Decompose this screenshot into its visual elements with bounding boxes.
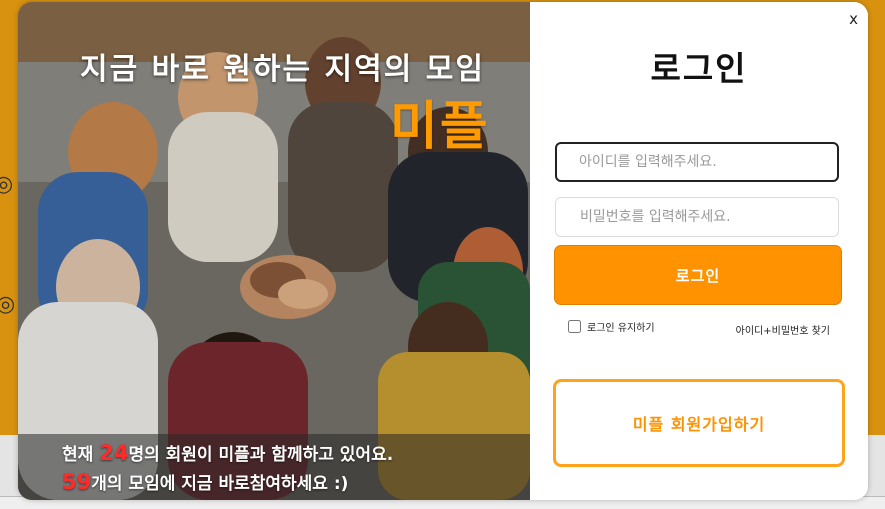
meeting-count: 59 [62,470,92,494]
find-account-link[interactable]: 아이디+비밀번호 찾기 [736,322,830,337]
login-title: 로그인 [650,49,748,88]
stats-prefix: 현재 [62,445,100,465]
remember-checkbox[interactable] [568,320,581,333]
login-button[interactable]: 로그인 [554,245,842,305]
stats-meeting-suffix: 개의 모임에 지금 바로참여하세요 :) [91,474,349,494]
login-panel: x 로그인 로그인 로그인 유지하기 아이디+비밀번호 찾기 미플 회원가입하기 [530,2,868,500]
background-decoration-icon: ◎ [0,292,16,317]
brand-name: 미플 [390,97,490,157]
login-modal: 지금 바로 원하는 지역의 모임 미플 현재 24명의 회원이 미플과 함께하고… [18,2,868,500]
promo-photo: 지금 바로 원하는 지역의 모임 미플 현재 24명의 회원이 미플과 함께하고… [18,2,530,500]
password-input[interactable] [555,197,839,237]
meeting-stats-line: 59개의 모임에 지금 바로참여하세요 :) [62,469,348,494]
close-icon[interactable]: x [849,10,858,28]
remember-label: 로그인 유지하기 [587,323,655,334]
stats-member-suffix: 명의 회원이 미플과 함께하고 있어요. [128,445,394,465]
signup-button[interactable]: 미플 회원가입하기 [553,379,845,467]
id-input[interactable] [555,142,839,182]
background-decoration-icon: ◎ [0,172,14,197]
member-count: 24 [99,441,129,465]
member-stats-line: 현재 24명의 회원이 미플과 함께하고 있어요. [62,440,393,465]
promo-headline: 지금 바로 원하는 지역의 모임 [80,52,485,87]
remember-login[interactable]: 로그인 유지하기 [568,319,655,334]
